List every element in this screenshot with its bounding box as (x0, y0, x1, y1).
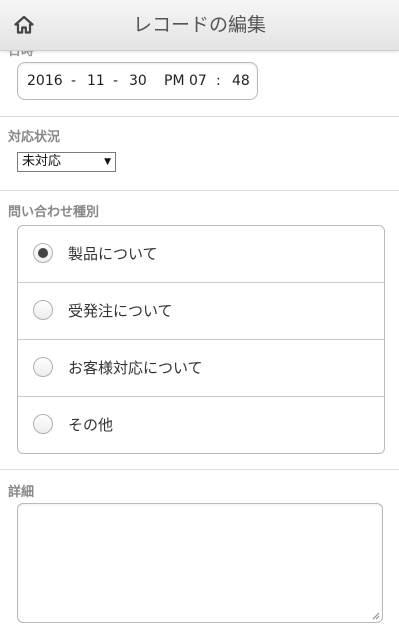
status-select-value: 未対応 (22, 154, 62, 169)
section-divider (0, 469, 399, 470)
inquiry-type-radio-group: 製品について 受発注について お客様対応について その他 (17, 225, 385, 454)
page-title: レコードの編集 (132, 14, 266, 36)
status-label: 対応状況 (8, 130, 61, 145)
radio-button[interactable] (33, 357, 53, 377)
radio-option-customer[interactable]: お客様対応について (18, 339, 384, 396)
detail-label: 詳細 (8, 485, 35, 500)
hour-field[interactable]: 07 (189, 63, 207, 99)
day-field[interactable]: 30 (129, 63, 147, 99)
detail-textarea[interactable] (17, 503, 383, 623)
minute-field[interactable]: 48 (232, 63, 250, 99)
radio-option-order[interactable]: 受発注について (18, 282, 384, 339)
triangle-down-icon: ▼ (104, 157, 111, 167)
section-divider (0, 190, 399, 191)
radio-label: 製品について (68, 245, 158, 263)
date-separator: - (113, 73, 119, 89)
radio-option-other[interactable]: その他 (18, 396, 384, 453)
radio-button[interactable] (33, 300, 53, 320)
year-field[interactable]: 2016 (27, 63, 63, 99)
inquiry-type-label: 問い合わせ種別 (8, 205, 100, 220)
month-field[interactable]: 11 (87, 63, 105, 99)
radio-button[interactable] (33, 243, 53, 263)
section-divider (0, 116, 399, 117)
date-separator: - (71, 73, 77, 89)
radio-button[interactable] (33, 414, 53, 434)
radio-label: 受発注について (68, 302, 173, 320)
radio-label: その他 (68, 416, 114, 434)
datetime-input[interactable]: 2016 - 11 - 30 PM 07 : 48 (17, 62, 258, 100)
resize-grip-icon[interactable] (372, 612, 380, 620)
header-bar: レコードの編集 (0, 0, 399, 51)
status-select[interactable]: 未対応 ▼ (17, 152, 116, 172)
radio-label: お客様対応について (68, 359, 203, 377)
ampm-field[interactable]: PM (164, 63, 185, 99)
radio-option-product[interactable]: 製品について (18, 226, 384, 282)
time-separator: : (216, 73, 221, 89)
